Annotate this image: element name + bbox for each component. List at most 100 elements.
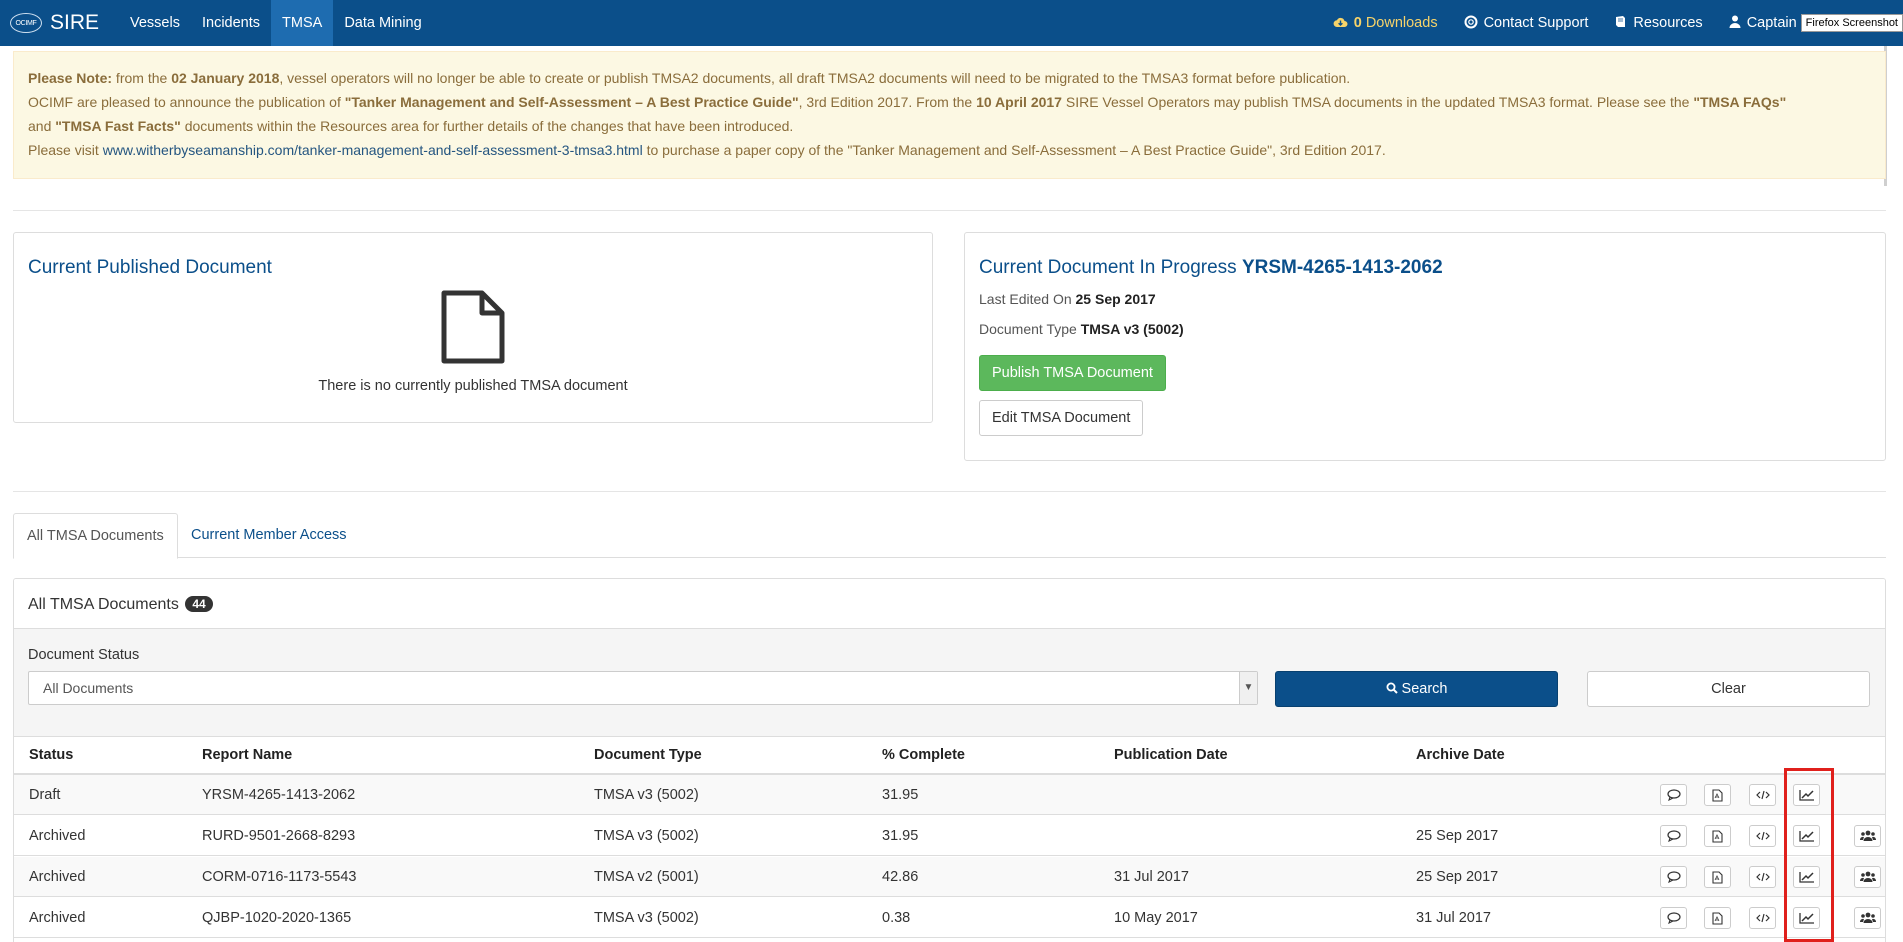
comment-icon [1666,789,1681,801]
comment-button[interactable] [1660,907,1687,929]
col-archive-date[interactable]: Archive Date [1416,737,1505,773]
document-status-label: Document Status [28,647,140,663]
published-panel-title: Current Published Document [28,257,272,278]
top-navbar: OCIMF SIRE Vessels Incidents TMSA Data M… [0,0,1903,46]
cell-document-type: TMSA v3 (5002) [594,787,699,803]
line-chart-button[interactable] [1793,866,1820,888]
chevron-down-icon: ▼ [1239,672,1257,704]
filter-bar: Document Status All Documents ▼ Search C… [14,629,1885,737]
cell-report-name: QJBP-1020-2020-1365 [202,910,352,926]
pdf-button[interactable] [1704,907,1731,929]
line-chart-button[interactable] [1793,825,1820,847]
brand[interactable]: OCIMF SIRE [10,0,99,46]
cell-publication-date: 10 May 2017 [1114,910,1198,926]
col-document-type[interactable]: Document Type [594,737,702,773]
table-row: Archived CORM-0716-1173-5543 TMSA v2 (5001… [14,857,1885,897]
cell-archive-date: 25 Sep 2017 [1416,869,1499,885]
in-progress-title: Current Document In Progress YRSM-4265-1… [979,257,1443,278]
alert-line-4: Please visit www.witherbyseamanship.com/… [28,142,1386,158]
publish-tmsa-button[interactable]: Publish TMSA Document [979,355,1166,391]
ocimf-logo: OCIMF [10,13,42,33]
users-icon [1859,912,1876,924]
code-button[interactable] [1749,825,1776,847]
document-status-select[interactable]: All Documents ▼ [28,671,1258,705]
document-count-badge: 44 [185,596,213,612]
cell-document-type: TMSA v3 (5002) [594,910,699,926]
downloads-label: Downloads [1365,15,1438,31]
contact-support-label: Contact Support [1483,15,1589,31]
clear-button[interactable]: Clear [1587,671,1870,707]
comment-icon [1666,871,1681,883]
cell-report-name: CORM-0716-1173-5543 [202,869,357,885]
table-row: Draft YRSM-4265-1413-2062 TMSA v3 (5002) 31… [14,775,1885,815]
cell-archive-date: 31 Jul 2017 [1416,910,1491,926]
alert-line-2: OCIMF are pleased to announce the public… [28,94,1787,110]
col-publication-date[interactable]: Publication Date [1114,737,1228,773]
documents-list-panel: All TMSA Documents 44 Document Status Al… [13,578,1886,942]
cell-complete: 42.86 [882,869,919,885]
divider [13,210,1886,211]
nav-item-vessels[interactable]: Vessels [119,0,191,46]
pdf-button[interactable] [1704,866,1731,888]
contact-support-link[interactable]: Contact Support [1451,0,1602,46]
users-button[interactable] [1854,825,1881,847]
witherby-link[interactable]: www.witherbyseamanship.com/tanker-manage… [103,142,643,158]
comment-icon [1666,912,1681,924]
table-header: Status Report Name Document Type % Compl… [14,737,1885,775]
pdf-icon [1712,870,1723,884]
search-button[interactable]: Search [1275,671,1558,707]
comment-button[interactable] [1660,866,1687,888]
col-complete[interactable]: % Complete [882,737,965,773]
pdf-button[interactable] [1704,825,1731,847]
user-name: Captain [1746,15,1797,31]
pdf-icon [1712,788,1723,802]
line-chart-button[interactable] [1793,784,1820,806]
user-icon [1729,15,1741,31]
in-progress-doc-id: YRSM-4265-1413-2062 [1241,257,1443,278]
main-nav: Vessels Incidents TMSA Data Mining [119,0,433,46]
cell-complete: 31.95 [882,787,919,803]
tmsa-notice-alert: Please Note: from the 02 January 2018, v… [13,51,1886,179]
tab-current-member-access[interactable]: Current Member Access [178,513,360,558]
cell-status: Draft [29,787,61,803]
col-status[interactable]: Status [29,737,73,773]
users-icon [1859,871,1876,883]
comment-icon [1666,830,1681,842]
cell-report-name: RURD-9501-2668-8293 [202,828,356,844]
comment-button[interactable] [1660,784,1687,806]
line-chart-button[interactable] [1793,907,1820,929]
code-button[interactable] [1749,866,1776,888]
firefox-screenshot-tooltip: Firefox Screenshot [1800,14,1903,32]
line-chart-icon [1798,871,1815,883]
alert-line-1: Please Note: from the 02 January 2018, v… [28,70,1351,86]
cell-document-type: TMSA v2 (5001) [594,869,699,885]
users-button[interactable] [1854,907,1881,929]
code-button[interactable] [1749,784,1776,806]
code-button[interactable] [1749,907,1776,929]
user-menu[interactable]: Captain [1716,0,1799,46]
nav-item-tmsa[interactable]: TMSA [271,0,334,46]
col-report-name[interactable]: Report Name [202,737,292,773]
nav-item-data-mining[interactable]: Data Mining [333,0,432,46]
cell-report-name: YRSM-4265-1413-2062 [202,787,356,803]
tmsa-tabs: All TMSA Documents Current Member Access [13,513,1886,559]
pdf-icon [1712,829,1723,843]
edit-tmsa-button[interactable]: Edit TMSA Document [979,400,1144,436]
cell-status: Archived [29,828,86,844]
cell-status: Archived [29,910,86,926]
comment-button[interactable] [1660,825,1687,847]
code-icon [1755,913,1770,923]
cell-complete: 0.38 [882,910,911,926]
resources-link[interactable]: Resources [1601,0,1715,46]
code-icon [1755,831,1770,841]
last-edited: Last Edited On 25 Sep 2017 [979,291,1156,307]
divider [13,491,1886,492]
tab-all-tmsa-documents[interactable]: All TMSA Documents [13,513,178,559]
list-heading: All TMSA Documents 44 [14,579,1885,629]
downloads-count: 0 [1353,15,1362,31]
downloads-link[interactable]: 0 Downloads [1320,0,1451,46]
users-button[interactable] [1854,866,1881,888]
pdf-button[interactable] [1704,784,1731,806]
cloud-download-icon [1333,16,1348,31]
nav-item-incidents[interactable]: Incidents [191,0,271,46]
